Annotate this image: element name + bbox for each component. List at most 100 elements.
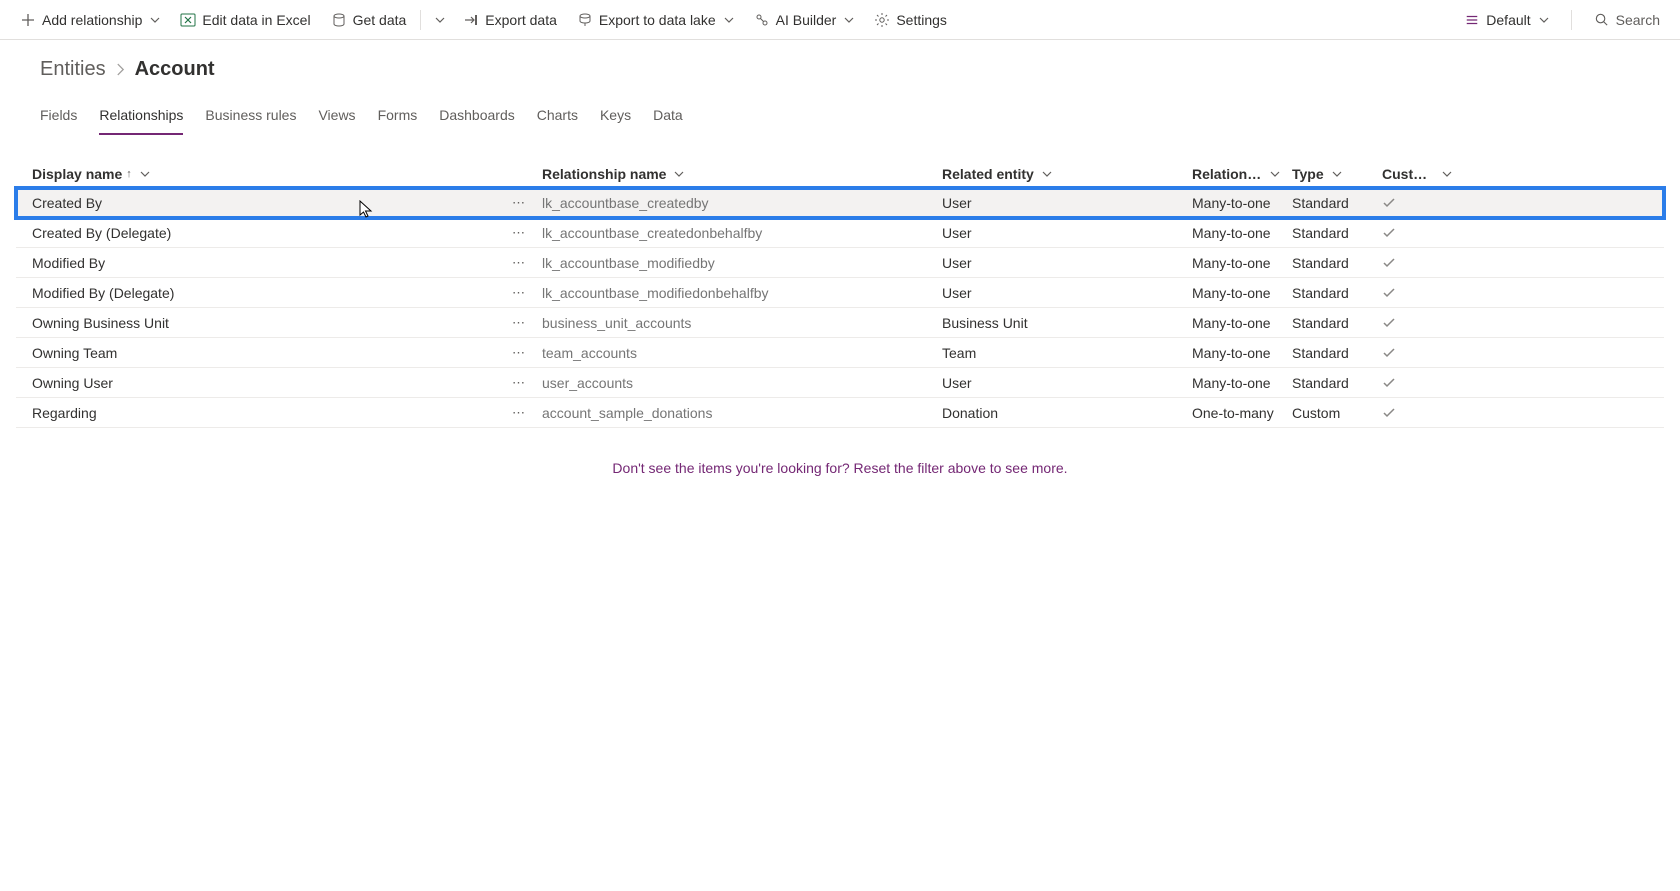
breadcrumb-current: Account xyxy=(135,58,215,81)
table-row[interactable]: Owning Team⋯team_accountsTeamMany-to-one… xyxy=(16,338,1664,368)
breadcrumb-entities[interactable]: Entities xyxy=(40,58,106,81)
command-bar-left: Add relationship Edit data in Excel Get … xyxy=(12,4,1456,36)
tab-charts[interactable]: Charts xyxy=(537,99,578,135)
export-data-button[interactable]: Export data xyxy=(455,4,565,36)
cell-relationship-type: Many-to-one xyxy=(1192,255,1292,271)
col-relationship[interactable]: Relationshi... xyxy=(1192,166,1292,182)
cell-custom-check xyxy=(1382,316,1452,330)
settings-button[interactable]: Settings xyxy=(866,4,955,36)
cell-display-name: Regarding⋯ xyxy=(32,405,542,421)
add-relationship-button[interactable]: Add relationship xyxy=(12,4,168,36)
tab-data[interactable]: Data xyxy=(653,99,683,135)
tab-relationships[interactable]: Relationships xyxy=(99,99,183,135)
cell-related-entity: User xyxy=(942,195,1192,211)
col-type[interactable]: Type xyxy=(1292,166,1382,182)
col-relationship-name[interactable]: Relationship name xyxy=(542,166,942,182)
chevron-down-icon xyxy=(140,169,150,179)
row-more-icon[interactable]: ⋯ xyxy=(512,225,526,241)
chevron-down-icon xyxy=(150,15,160,25)
cell-relationship-type: Many-to-one xyxy=(1192,195,1292,211)
chevron-down-icon xyxy=(724,15,734,25)
cell-related-entity: User xyxy=(942,255,1192,271)
cell-relationship-name: team_accounts xyxy=(542,345,942,361)
cell-related-entity: Donation xyxy=(942,405,1192,421)
tab-business-rules[interactable]: Business rules xyxy=(205,99,296,135)
get-data-chevron[interactable] xyxy=(427,4,451,36)
cell-relationship-type: One-to-many xyxy=(1192,405,1292,421)
table-row[interactable]: Regarding⋯account_sample_donationsDonati… xyxy=(16,398,1664,428)
cell-custom-check xyxy=(1382,226,1452,240)
table-row[interactable]: Owning User⋯user_accountsUserMany-to-one… xyxy=(16,368,1664,398)
cell-relationship-name: lk_accountbase_createdonbehalfby xyxy=(542,225,942,241)
cell-custom-check xyxy=(1382,256,1452,270)
cell-relationship-name: user_accounts xyxy=(542,375,942,391)
row-more-icon[interactable]: ⋯ xyxy=(512,405,526,421)
cell-relationship-name: account_sample_donations xyxy=(542,405,942,421)
cell-relationship-type: Many-to-one xyxy=(1192,285,1292,301)
cell-type: Standard xyxy=(1292,315,1382,331)
table-row[interactable]: Created By (Delegate)⋯lk_accountbase_cre… xyxy=(16,218,1664,248)
table-row[interactable]: Owning Business Unit⋯business_unit_accou… xyxy=(16,308,1664,338)
chevron-down-icon xyxy=(1442,169,1452,179)
edit-data-excel-button[interactable]: Edit data in Excel xyxy=(172,4,318,36)
tab-views[interactable]: Views xyxy=(318,99,355,135)
row-more-icon[interactable]: ⋯ xyxy=(512,195,526,211)
cell-relationship-name: business_unit_accounts xyxy=(542,315,942,331)
chevron-down-icon xyxy=(674,169,684,179)
chevron-down-icon xyxy=(1042,169,1052,179)
cell-display-name: Modified By ⋯ xyxy=(32,255,542,271)
row-more-icon[interactable]: ⋯ xyxy=(512,375,526,391)
plus-icon xyxy=(20,12,36,28)
col-related-entity-label: Related entity xyxy=(942,166,1034,182)
col-display-name[interactable]: Display name ↑ xyxy=(32,166,542,182)
chevron-down-icon xyxy=(844,15,854,25)
col-custom[interactable]: Custom... xyxy=(1382,166,1452,182)
row-more-icon[interactable]: ⋯ xyxy=(512,345,526,361)
cell-relationship-type: Many-to-one xyxy=(1192,315,1292,331)
row-more-icon[interactable]: ⋯ xyxy=(512,285,526,301)
row-more-icon[interactable]: ⋯ xyxy=(512,255,526,271)
table-row[interactable]: Modified By⋯lk_accountbase_modifiedbyUse… xyxy=(16,248,1664,278)
default-label: Default xyxy=(1486,12,1530,28)
table-row[interactable]: Modified By (Delegate)⋯lk_accountbase_mo… xyxy=(16,278,1664,308)
settings-label: Settings xyxy=(896,12,947,28)
chevron-down-icon xyxy=(1539,15,1549,25)
tab-keys[interactable]: Keys xyxy=(600,99,631,135)
entity-tabs: Fields Relationships Business rules Views Fo… xyxy=(0,99,1680,136)
table-row[interactable]: Created By⋯lk_accountbase_createdbyUserM… xyxy=(16,188,1664,218)
cell-custom-check xyxy=(1382,376,1452,390)
tab-dashboards[interactable]: Dashboards xyxy=(439,99,515,135)
row-more-icon[interactable]: ⋯ xyxy=(512,315,526,331)
col-display-name-label: Display name xyxy=(32,166,122,182)
cell-relationship-name: lk_accountbase_modifiedonbehalfby xyxy=(542,285,942,301)
cell-custom-check xyxy=(1382,346,1452,360)
cell-display-name: Created By (Delegate)⋯ xyxy=(32,225,542,241)
filter-reset-message[interactable]: Don't see the items you're looking for? … xyxy=(16,460,1664,476)
cell-related-entity: User xyxy=(942,375,1192,391)
ai-builder-icon xyxy=(754,12,770,28)
add-relationship-label: Add relationship xyxy=(42,12,142,28)
cell-display-name: Modified By (Delegate)⋯ xyxy=(32,285,542,301)
col-related-entity[interactable]: Related entity xyxy=(942,166,1192,182)
cell-display-name: Owning Team ⋯ xyxy=(32,345,542,361)
display-name-text: Modified By xyxy=(32,255,105,271)
cell-type: Standard xyxy=(1292,225,1382,241)
cell-relationship-type: Many-to-one xyxy=(1192,345,1292,361)
search-input[interactable]: Search xyxy=(1586,8,1668,32)
col-type-label: Type xyxy=(1292,166,1324,182)
view-default-button[interactable]: Default xyxy=(1456,4,1556,36)
col-custom-label: Custom... xyxy=(1382,166,1434,182)
display-name-text: Created By xyxy=(32,195,102,211)
tab-fields[interactable]: Fields xyxy=(40,99,77,135)
get-data-button[interactable]: Get data xyxy=(323,4,415,36)
relationships-table: Display name ↑ Relationship name Related… xyxy=(0,136,1680,476)
data-lake-icon xyxy=(577,12,593,28)
table-header-row: Display name ↑ Relationship name Related… xyxy=(16,158,1664,188)
list-icon xyxy=(1464,12,1480,28)
display-name-text: Owning Team xyxy=(32,345,117,361)
ai-builder-button[interactable]: AI Builder xyxy=(746,4,863,36)
export-data-lake-button[interactable]: Export to data lake xyxy=(569,4,742,36)
search-icon xyxy=(1594,12,1610,28)
cell-type: Standard xyxy=(1292,195,1382,211)
tab-forms[interactable]: Forms xyxy=(378,99,418,135)
